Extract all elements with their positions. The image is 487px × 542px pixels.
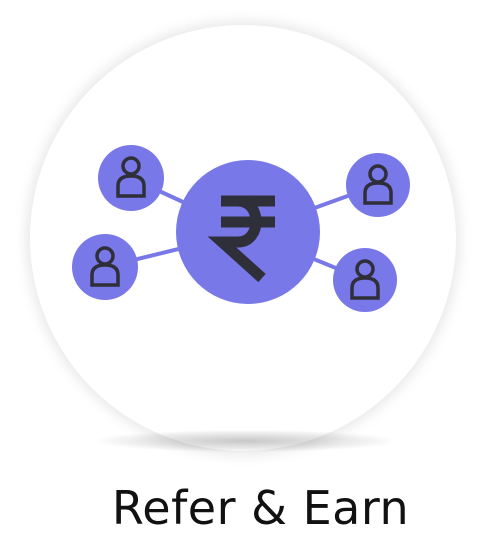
tile-label: Refer & Earn (111, 481, 410, 535)
refer-and-earn-tile[interactable]: Refer & Earn (0, 0, 487, 542)
person-node-bottom-left (72, 234, 138, 300)
person-node-top-left (98, 145, 164, 211)
referral-network-icon (72, 145, 410, 312)
person-node-bottom-right (333, 248, 397, 312)
person-node-top-right (346, 153, 410, 217)
